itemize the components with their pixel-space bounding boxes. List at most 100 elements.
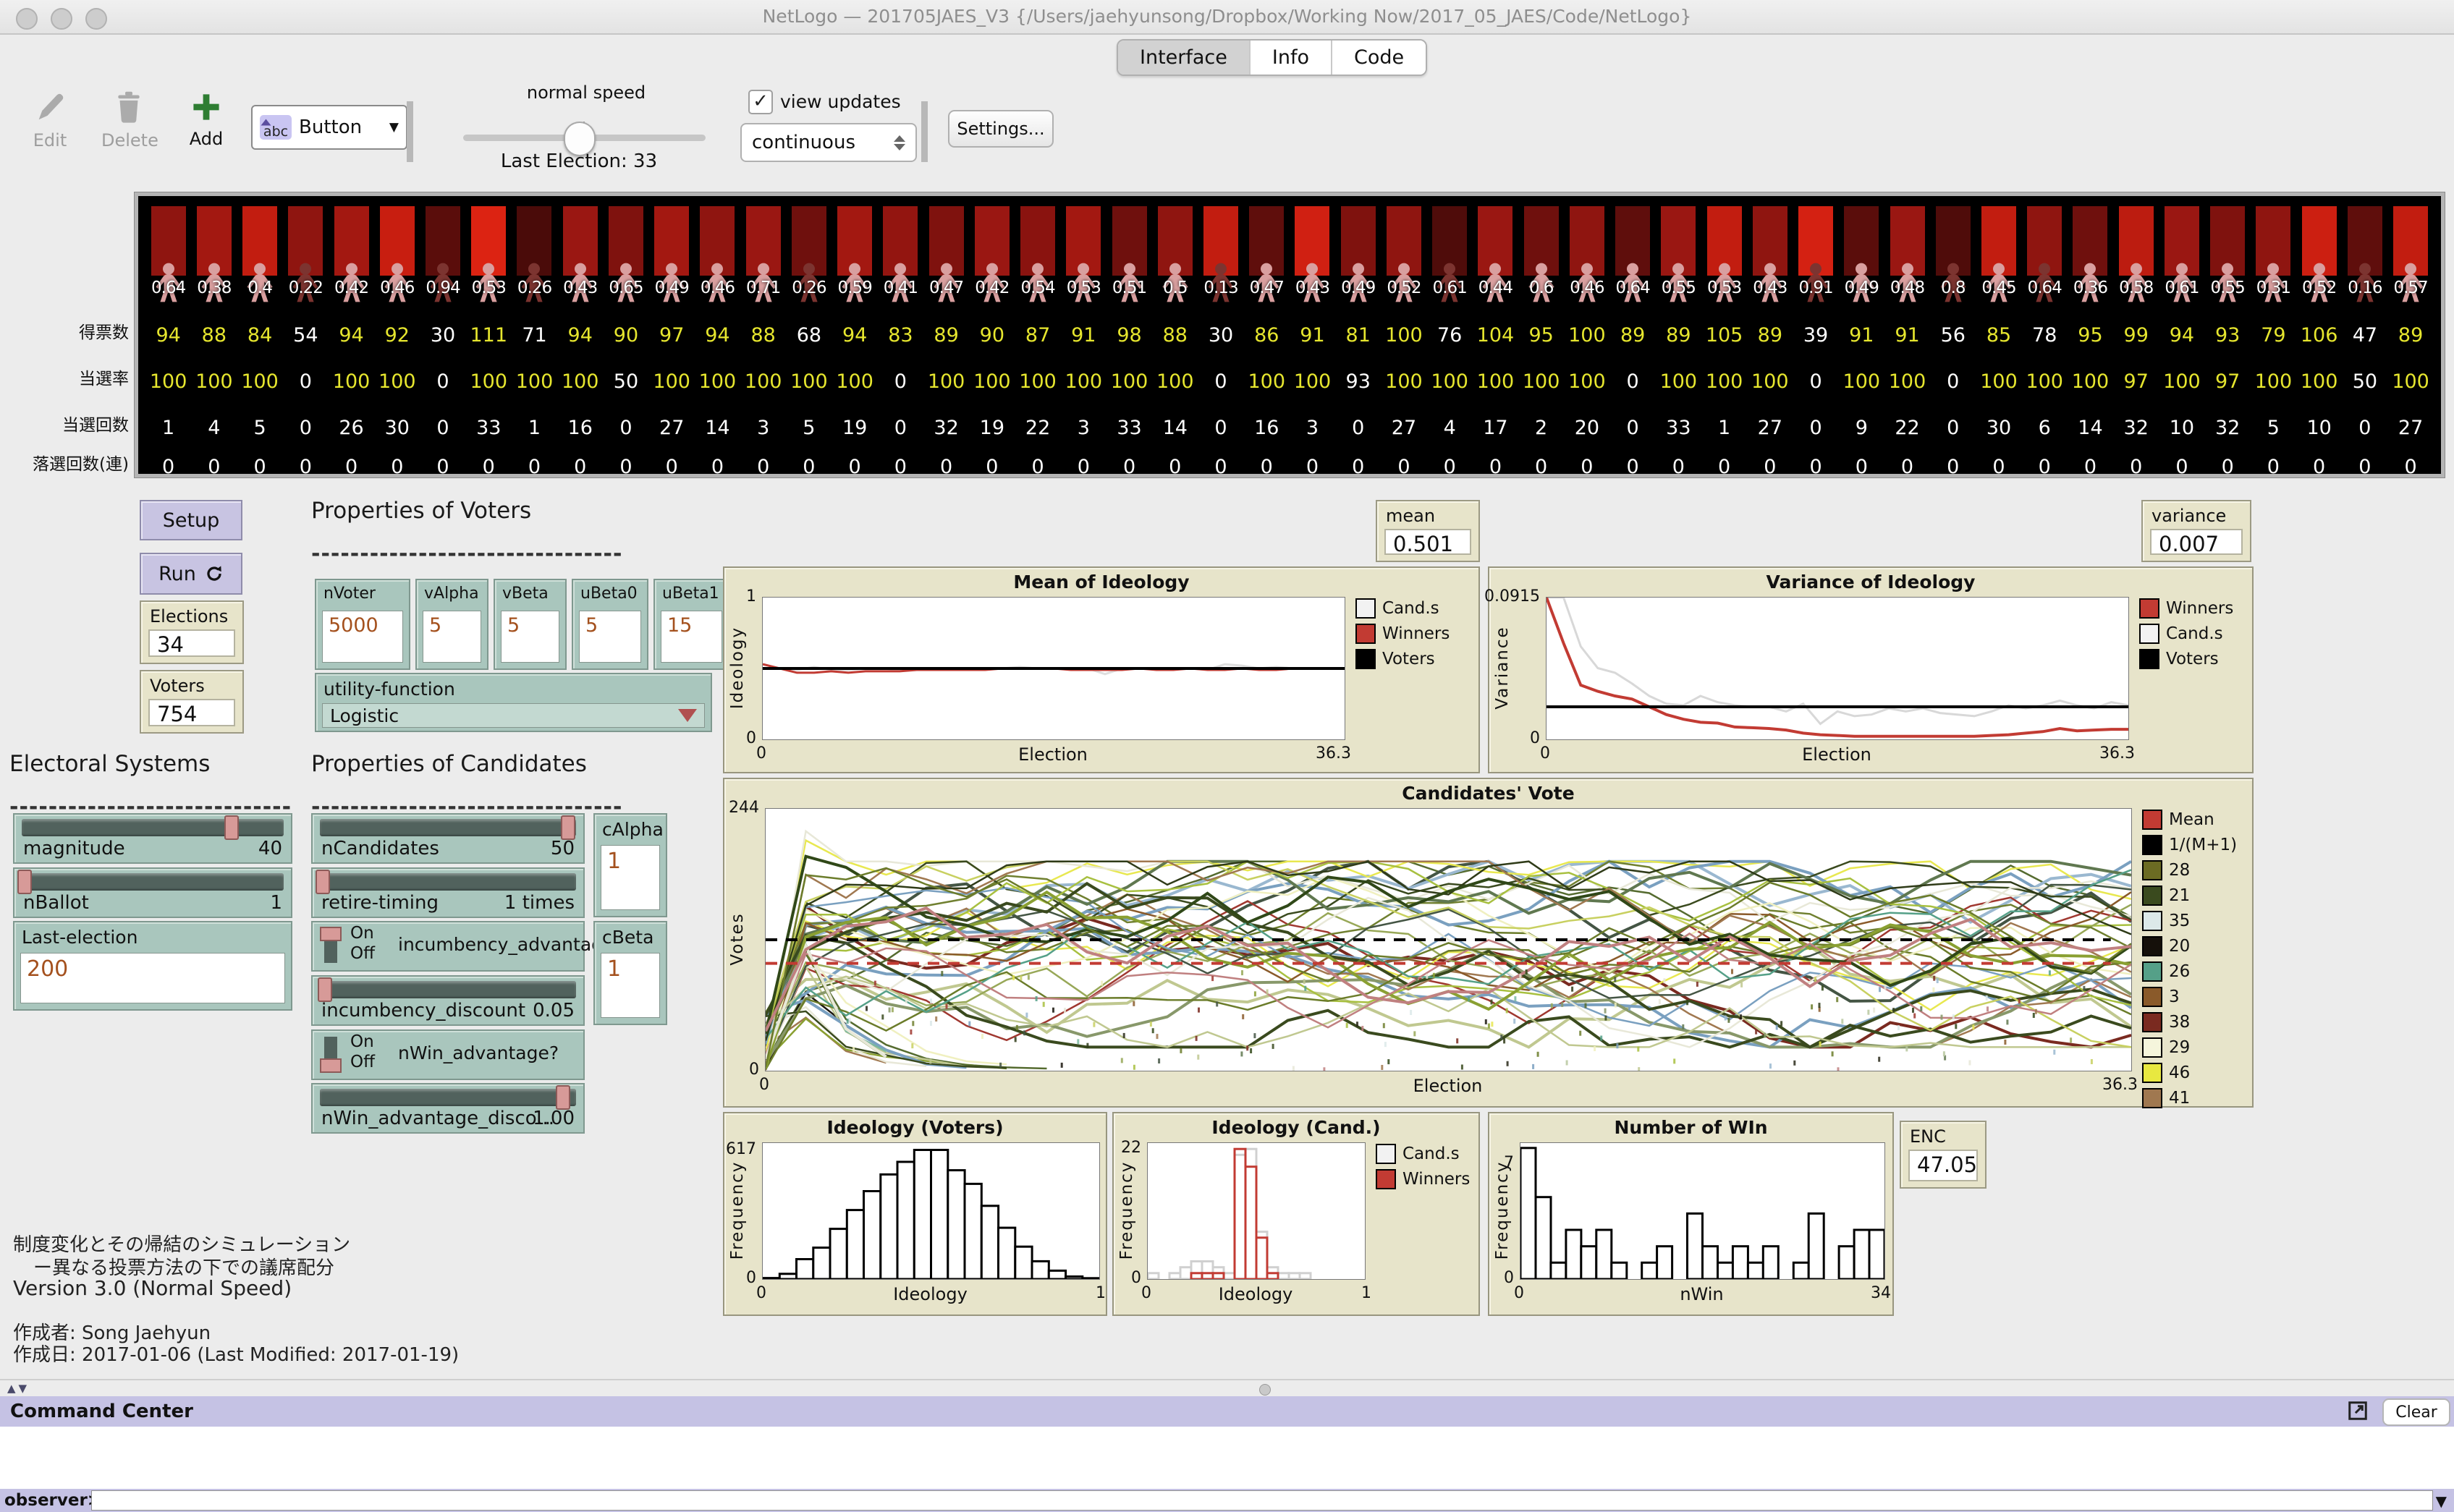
y-axis-label: Frequency (1493, 1161, 1512, 1260)
run-button[interactable]: Run (140, 553, 242, 595)
tab-info[interactable]: Info (1251, 41, 1332, 75)
win-count-value: 30 (1987, 417, 2011, 439)
win-count-value: 14 (1163, 417, 1188, 439)
command-center-divider[interactable]: ▲▼ (0, 1379, 2454, 1398)
incumbency-discount-slider[interactable]: incumbency_discount0.05 (311, 975, 585, 1026)
incumbency-advantage-switch[interactable]: OnOffincumbency_advantage? (311, 921, 585, 972)
divider-grip[interactable] (1259, 1384, 1271, 1396)
delete-button[interactable]: Delete (101, 88, 156, 150)
clear-button[interactable]: Clear (2382, 1398, 2450, 1426)
slider-label: nCandidates (321, 838, 439, 859)
tab-interface[interactable]: Interface (1118, 41, 1251, 75)
loss-streak-value: 0 (2130, 456, 2142, 478)
command-prompt-bar: observer> ▼ (0, 1489, 2454, 1512)
input-value[interactable]: 1 (601, 953, 660, 1018)
input-value[interactable]: 15 (661, 611, 722, 663)
win-count-value: 30 (385, 417, 410, 439)
tab-code[interactable]: Code (1332, 41, 1426, 75)
add-widget-button[interactable]: Add (181, 90, 232, 149)
nballot-slider[interactable]: nBallot1 (13, 867, 292, 918)
slider-track[interactable] (320, 873, 576, 891)
win-rate-value: 100 (790, 370, 828, 393)
candidate-ideology-value: 0.4 (247, 279, 272, 297)
history-dropdown-icon[interactable]: ▼ (2436, 1492, 2447, 1510)
switch-knob[interactable] (320, 1058, 342, 1073)
world-view[interactable]: 0.640.380.40.220.420.460.940.530.260.430… (135, 192, 2445, 477)
win-count-row: 1450263003311602714351903219223331401630… (145, 416, 2434, 439)
switch-off-label: Off (350, 944, 375, 963)
y-axis-label: Ideology (728, 627, 747, 709)
win-count-value: 14 (705, 417, 729, 439)
win-rate-value: 0 (1214, 370, 1227, 393)
win-count-value: 32 (934, 417, 958, 439)
settings-button[interactable]: Settings... (948, 110, 1054, 148)
setup-button[interactable]: Setup (140, 500, 242, 540)
slider-track[interactable] (320, 819, 576, 836)
votes-value: 88 (202, 324, 227, 347)
divider-arrows-icon[interactable]: ▲▼ (7, 1382, 30, 1395)
slider-handle[interactable] (318, 977, 332, 1002)
slider-track[interactable] (320, 1089, 576, 1106)
votes-value: 30 (1209, 324, 1233, 347)
input-value[interactable]: 1 (601, 845, 660, 910)
candidate-ideology-value: 0.41 (884, 279, 918, 297)
slider-handle[interactable] (561, 815, 575, 840)
slider-handle[interactable] (316, 870, 330, 894)
utility-function-chooser[interactable]: utility-function Logistic (315, 673, 712, 732)
widget-type-dropdown[interactable]: abc Button ▼ (251, 105, 407, 150)
input-value[interactable]: 5 (501, 611, 559, 663)
slider-handle[interactable] (17, 870, 32, 894)
win-rate-value: 100 (2301, 370, 2338, 393)
switch-knob[interactable] (320, 927, 342, 941)
candidate-ideology-value: 0.43 (1753, 279, 1787, 297)
valpha-input[interactable]: vAlpha5 (415, 579, 488, 670)
votes-value: 30 (431, 324, 455, 347)
candidates-vote-plot: Candidates' Vote2440036.3ElectionVotesMe… (723, 778, 2254, 1108)
candidate-ideology-value: 0.26 (517, 279, 551, 297)
slider-value: 1 times (504, 892, 575, 914)
cbeta-input[interactable]: cBeta1 (593, 921, 667, 1025)
slider-label: nWin_advantage_disco... (321, 1108, 554, 1129)
candidate-ideology-value: 0.49 (655, 279, 689, 297)
expand-icon[interactable] (2347, 1400, 2369, 1424)
ubeta0-input[interactable]: uBeta05 (572, 579, 648, 670)
candidate-ideology-value: 0.64 (151, 279, 185, 297)
x-axis-label: Election (1546, 744, 2128, 765)
edit-button[interactable]: Edit (25, 88, 75, 150)
command-input[interactable] (91, 1490, 2433, 1511)
command-output[interactable] (0, 1427, 2454, 1490)
view-updates-checkbox[interactable]: ✓ (748, 90, 773, 114)
votes-value: 79 (2261, 324, 2285, 347)
voters-monitor: Voters 754 (140, 670, 244, 734)
vbeta-input[interactable]: vBeta5 (494, 579, 567, 670)
update-mode-dropdown[interactable]: continuous (740, 123, 917, 162)
slider-label: magnitude (23, 838, 125, 859)
slider-track[interactable] (320, 981, 576, 998)
win-rate-value: 100 (333, 370, 371, 393)
legend-label: Voters (2166, 650, 2219, 668)
retire-timing-slider[interactable]: retire-timing1 times (311, 867, 585, 918)
legend-label: 29 (2169, 1038, 2190, 1057)
input-value[interactable]: 5000 (322, 611, 403, 663)
nwin-advantage-switch[interactable]: OnOffnWin_advantage? (311, 1029, 585, 1080)
win-rate-value: 100 (2163, 370, 2201, 393)
nwin-advantage-discount-slider[interactable]: nWin_advantage_disco...1.00 (311, 1083, 585, 1134)
slider-track[interactable] (22, 873, 284, 891)
slider-handle[interactable] (556, 1085, 570, 1110)
votes-value: 91 (1895, 324, 1919, 347)
slider-handle[interactable] (224, 815, 239, 840)
input-value[interactable]: 5 (579, 611, 641, 663)
last-election-input[interactable]: Last-election200 (13, 921, 292, 1011)
magnitude-slider[interactable]: magnitude40 (13, 813, 292, 864)
calpha-input[interactable]: cAlpha1 (593, 813, 667, 917)
loss-streak-value: 0 (1352, 456, 1364, 478)
loss-streak-value: 0 (436, 456, 449, 478)
input-value[interactable]: 5 (423, 611, 481, 663)
legend-label: Winners (1402, 1170, 1470, 1189)
input-value[interactable]: 200 (20, 953, 285, 1003)
candidate-ideology-value: 0.55 (1662, 279, 1696, 297)
loss-streak-value: 0 (666, 456, 678, 478)
nvoter-input[interactable]: nVoter5000 (315, 579, 410, 670)
slider-track[interactable] (22, 819, 284, 836)
ncandidates-slider[interactable]: nCandidates50 (311, 813, 585, 864)
